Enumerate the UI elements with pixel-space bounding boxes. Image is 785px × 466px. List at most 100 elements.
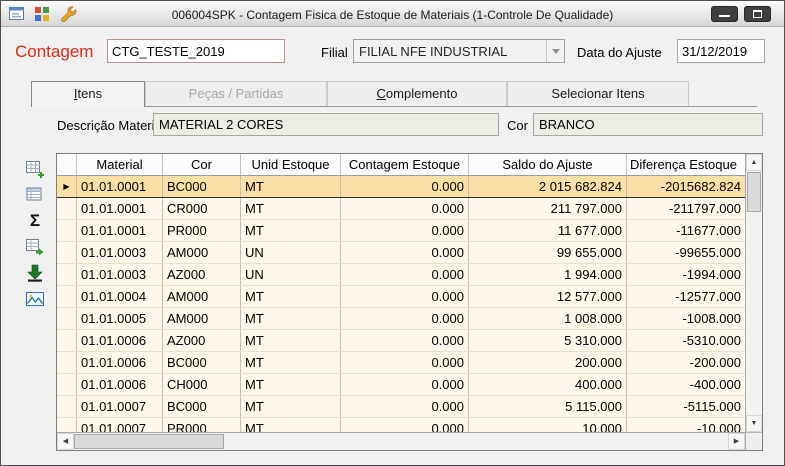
grid-cell[interactable]: AM000 [163, 286, 241, 307]
modules-icon[interactable] [33, 5, 51, 23]
table-row[interactable]: 01.01.0006CH000MT0.000400.000-400.000 [57, 374, 745, 396]
table-row[interactable]: 01.01.0006BC000MT0.000200.000-200.000 [57, 352, 745, 374]
grid-cell[interactable]: 400.000 [469, 374, 627, 395]
image-icon[interactable] [25, 289, 45, 309]
grid-cell[interactable]: 01.01.0007 [77, 396, 163, 417]
grid-cell[interactable]: -200.000 [627, 352, 745, 373]
table-row[interactable]: 01.01.0006AZ000MT0.0005 310.000-5310.000 [57, 330, 745, 352]
grid-cell[interactable]: -10.000 [627, 418, 745, 432]
grid-cell[interactable]: 0.000 [341, 418, 469, 432]
tab-itens[interactable]: Itens [31, 81, 145, 107]
maximize-button[interactable] [744, 6, 771, 22]
column-header-saldo-do-ajuste[interactable]: Saldo do Ajuste [469, 154, 627, 175]
go-to-last-icon[interactable] [25, 263, 45, 283]
table-row[interactable]: 01.01.0003AM000UN0.00099 655.000-99655.0… [57, 242, 745, 264]
grid-cell[interactable]: AM000 [163, 308, 241, 329]
grid-cell[interactable]: PR000 [163, 220, 241, 241]
tab-complemento[interactable]: Complemento [327, 81, 507, 106]
vscroll-thumb[interactable] [747, 172, 761, 212]
grid-cell[interactable]: 200.000 [469, 352, 627, 373]
grid-cell[interactable]: 01.01.0007 [77, 418, 163, 432]
grid-cell[interactable]: MT [241, 286, 341, 307]
grid-cell[interactable]: -12577.000 [627, 286, 745, 307]
grid-cell[interactable]: 1 994.000 [469, 264, 627, 285]
grid-cell[interactable]: -400.000 [627, 374, 745, 395]
grid-cell[interactable]: MT [241, 374, 341, 395]
grid-cell[interactable]: 10.000 [469, 418, 627, 432]
scroll-down-icon[interactable]: ▼ [746, 415, 762, 432]
minimize-button[interactable] [711, 6, 738, 22]
export-grid-icon[interactable] [25, 237, 45, 257]
records-icon[interactable] [25, 185, 45, 205]
vertical-scrollbar[interactable]: ▲ ▼ [745, 154, 762, 450]
grid-cell[interactable]: AZ000 [163, 264, 241, 285]
grid-cell[interactable]: MT [241, 396, 341, 417]
grid-cell[interactable]: UN [241, 264, 341, 285]
table-row[interactable]: 01.01.0003AZ000UN0.0001 994.000-1994.000 [57, 264, 745, 286]
grid-cell[interactable]: 0.000 [341, 220, 469, 241]
grid-cell[interactable]: 01.01.0003 [77, 264, 163, 285]
grid-cell[interactable]: -2015682.824 [627, 176, 745, 197]
insert-row-icon[interactable] [25, 159, 45, 179]
chevron-down-icon[interactable] [546, 40, 564, 62]
grid-cell[interactable]: 99 655.000 [469, 242, 627, 263]
grid-cell[interactable]: BC000 [163, 396, 241, 417]
grid-cell[interactable]: 5 115.000 [469, 396, 627, 417]
grid-cell[interactable]: 5 310.000 [469, 330, 627, 351]
horizontal-scrollbar[interactable]: ◀ ▶ [57, 432, 745, 450]
table-row[interactable]: ▶01.01.0001BC000MT0.0002 015 682.824-201… [57, 176, 745, 198]
table-row[interactable]: 01.01.0005AM000MT0.0001 008.000-1008.000 [57, 308, 745, 330]
filial-select[interactable]: FILIAL NFE INDUSTRIAL [353, 39, 565, 63]
grid-cell[interactable]: 211 797.000 [469, 198, 627, 219]
grid-cell[interactable]: BC000 [163, 176, 241, 197]
grid-cell[interactable]: MT [241, 220, 341, 241]
grid-cell[interactable]: -99655.000 [627, 242, 745, 263]
column-header-unid-estoque[interactable]: Unid Estoque [241, 154, 341, 175]
grid-cell[interactable]: 01.01.0001 [77, 220, 163, 241]
grid-cell[interactable]: MT [241, 352, 341, 373]
column-header-contagem-estoque[interactable]: Contagem Estoque [341, 154, 469, 175]
grid-cell[interactable]: MT [241, 176, 341, 197]
sum-icon[interactable]: Σ [25, 211, 45, 231]
hscroll-thumb[interactable] [74, 434, 224, 449]
grid-cell[interactable]: AM000 [163, 242, 241, 263]
grid-cell[interactable]: BC000 [163, 352, 241, 373]
grid-cell[interactable]: AZ000 [163, 330, 241, 351]
scroll-up-icon[interactable]: ▲ [746, 154, 762, 171]
grid-cell[interactable]: 01.01.0006 [77, 352, 163, 373]
wrench-icon[interactable] [60, 5, 78, 23]
scroll-left-icon[interactable]: ◀ [57, 433, 74, 450]
grid-cell[interactable]: 0.000 [341, 198, 469, 219]
grid-cell[interactable]: UN [241, 242, 341, 263]
table-row[interactable]: 01.01.0004AM000MT0.00012 577.000-12577.0… [57, 286, 745, 308]
grid-cell[interactable]: -211797.000 [627, 198, 745, 219]
grid-cell[interactable]: 0.000 [341, 176, 469, 197]
grid-cell[interactable]: PR000 [163, 418, 241, 432]
grid-cell[interactable]: CH000 [163, 374, 241, 395]
grid-cell[interactable]: 01.01.0001 [77, 198, 163, 219]
grid-cell[interactable]: MT [241, 308, 341, 329]
grid-cell[interactable]: 2 015 682.824 [469, 176, 627, 197]
grid-cell[interactable]: 0.000 [341, 264, 469, 285]
grid-cell[interactable]: MT [241, 198, 341, 219]
grid-cell[interactable]: 12 577.000 [469, 286, 627, 307]
data-ajuste-input[interactable] [677, 39, 765, 63]
grid-cell[interactable]: 0.000 [341, 352, 469, 373]
column-header-material[interactable]: Material [77, 154, 163, 175]
grid-cell[interactable]: -5310.000 [627, 330, 745, 351]
grid-cell[interactable]: 0.000 [341, 242, 469, 263]
contagem-input[interactable] [107, 39, 285, 63]
grid-cell[interactable]: 11 677.000 [469, 220, 627, 241]
grid-cell[interactable]: 0.000 [341, 308, 469, 329]
grid-cell[interactable]: -11677.000 [627, 220, 745, 241]
table-row[interactable]: 01.01.0001PR000MT0.00011 677.000-11677.0… [57, 220, 745, 242]
column-header-cor[interactable]: Cor [163, 154, 241, 175]
table-row[interactable]: 01.01.0007PR000MT0.00010.000-10.000 [57, 418, 745, 432]
grid-cell[interactable]: MT [241, 418, 341, 432]
grid-cell[interactable]: 01.01.0004 [77, 286, 163, 307]
form-icon[interactable] [8, 5, 26, 23]
grid-cell[interactable]: -5115.000 [627, 396, 745, 417]
grid-cell[interactable]: -1994.000 [627, 264, 745, 285]
column-header-diferenca-estoque[interactable]: Diferença Estoque [627, 154, 745, 175]
tab-selecionar-itens[interactable]: Selecionar Itens [507, 81, 689, 106]
